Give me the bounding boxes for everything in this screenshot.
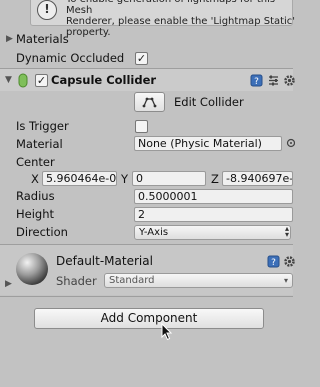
svg-text:?: ? [271,258,276,268]
object-picker-icon[interactable] [285,137,296,149]
info-icon: ! [37,0,57,20]
radius-field[interactable]: 0.5000001 [134,189,293,204]
shader-dropdown[interactable]: Standard [104,273,293,288]
add-component-separator [0,296,293,297]
height-label[interactable]: Height [16,207,54,221]
gear-icon[interactable] [283,74,296,87]
shader-value: Standard [109,275,155,286]
physic-material-field[interactable]: None (Physic Material) [134,136,282,151]
materials-label[interactable]: Materials [16,32,69,46]
material-name: Default-Material [56,254,153,268]
shader-dropdown-arrow-icon: ▾ [284,276,289,285]
center-x-field[interactable]: 5.960464e-0 [42,171,117,186]
edit-collider-icon [142,97,157,108]
center-y-label[interactable]: Y [121,172,128,186]
height-field[interactable]: 2 [134,207,293,222]
direction-dropdown[interactable]: Y-Axis [134,225,291,240]
add-component-button[interactable]: Add Component [34,308,264,329]
material-gear-icon[interactable] [283,255,296,268]
material-foldout-icon[interactable]: ▶ [5,279,12,289]
center-y-field[interactable]: 0 [132,171,206,186]
mouse-cursor-icon [161,322,173,341]
preset-settings-icon[interactable] [267,74,280,87]
is-trigger-label: Is Trigger [16,119,69,133]
shader-label: Shader [56,274,97,288]
center-z-label[interactable]: Z [211,172,219,186]
radius-label[interactable]: Radius [16,189,55,203]
dropdown-arrows-icon: ▴ ▾ [285,224,290,239]
capsule-collider-enabled-checkbox[interactable]: ✓ [35,74,48,87]
material-help-book-icon[interactable]: ? [267,255,280,268]
dynamic-occluded-label: Dynamic Occluded [16,51,125,65]
direction-label: Direction [16,225,68,239]
center-z-field[interactable]: -8.940697e- [222,171,293,186]
materials-foldout-icon[interactable]: ▶ [6,34,13,44]
svg-text:?: ? [254,77,259,87]
center-label: Center [16,155,55,169]
is-trigger-checkbox[interactable] [135,120,148,133]
direction-value: Y-Axis [139,227,169,238]
edit-collider-label: Edit Collider [174,95,244,109]
material-label: Material [16,137,63,151]
center-x-label[interactable]: X [31,172,39,186]
dynamic-occluded-checkbox[interactable]: ✓ [135,52,148,65]
capsule-collider-foldout-icon[interactable]: ▼ [5,75,12,85]
material-preview-sphere [16,253,48,285]
info-message: To enable generation of lightmaps for th… [66,0,296,38]
capsule-collider-title: Capsule Collider [51,73,157,87]
capsule-collider-icon [18,73,28,88]
help-book-icon[interactable]: ? [250,74,263,87]
edit-collider-button[interactable] [134,92,165,112]
